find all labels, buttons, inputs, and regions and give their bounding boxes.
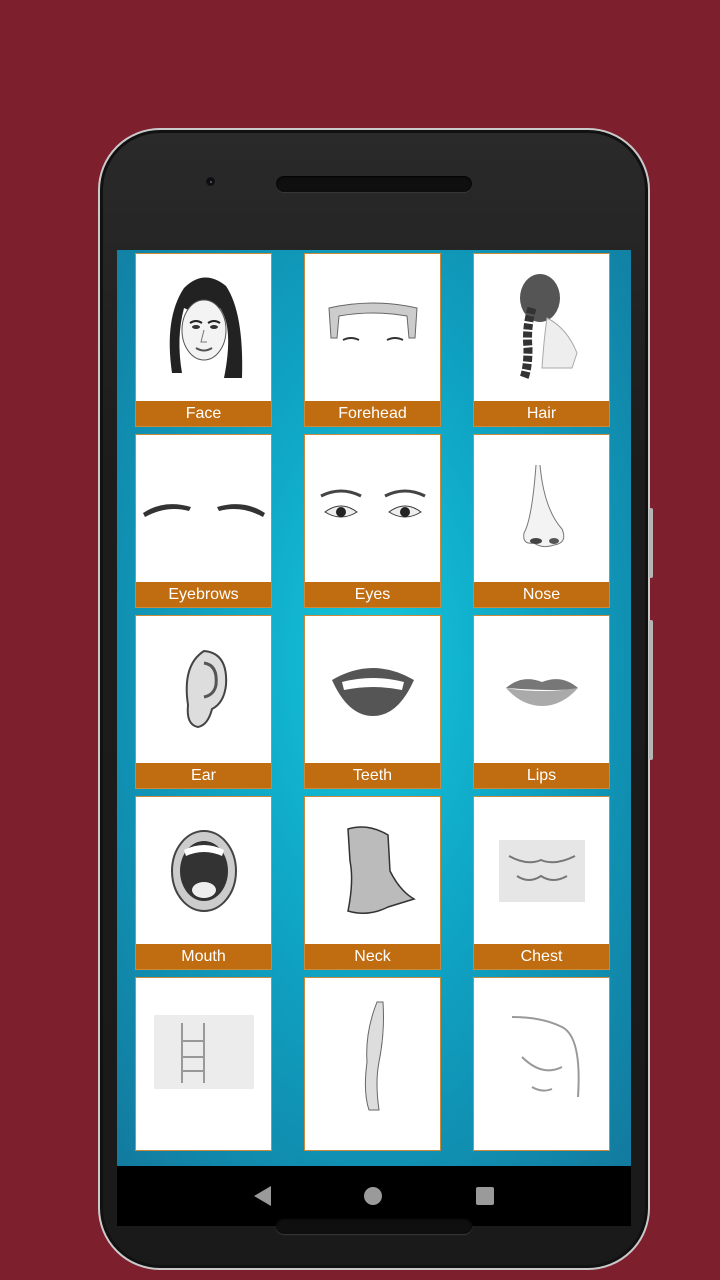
teeth-sketch-icon <box>305 616 440 763</box>
category-label: Lips <box>474 763 609 788</box>
nose-sketch-icon <box>474 435 609 582</box>
category-card-chest[interactable]: Chest <box>473 796 610 970</box>
category-card-forehead[interactable]: Forehead <box>304 253 441 427</box>
category-card-hair[interactable]: Hair <box>473 253 610 427</box>
eyes-sketch-icon <box>305 435 440 582</box>
category-label: Hair <box>474 401 609 426</box>
power-button <box>649 508 653 578</box>
system-nav-bar <box>117 1166 631 1226</box>
category-label: Forehead <box>305 401 440 426</box>
category-label: Neck <box>305 944 440 969</box>
category-card-eyes[interactable]: Eyes <box>304 434 441 608</box>
volume-button <box>649 620 653 760</box>
category-label: Ear <box>136 763 271 788</box>
category-card-arm[interactable] <box>304 977 441 1151</box>
bottom-speaker <box>276 1218 472 1234</box>
back-icon[interactable] <box>253 1186 271 1206</box>
category-card-neck[interactable]: Neck <box>304 796 441 970</box>
hair-braid-sketch-icon <box>474 254 609 401</box>
chest-sketch-icon <box>474 797 609 944</box>
category-grid: Face Forehead Hair Eyebrows Eyes Nose Ea… <box>135 253 611 1151</box>
category-card-teeth[interactable]: Teeth <box>304 615 441 789</box>
face-sketch-icon <box>136 254 271 401</box>
front-camera <box>206 177 215 186</box>
category-label: Eyebrows <box>136 582 271 607</box>
category-card-mouth[interactable]: Mouth <box>135 796 272 970</box>
category-label: Eyes <box>305 582 440 607</box>
home-icon[interactable] <box>364 1187 383 1205</box>
forehead-sketch-icon <box>305 254 440 401</box>
category-card-face[interactable]: Face <box>135 253 272 427</box>
neck-sketch-icon <box>305 797 440 944</box>
recents-icon[interactable] <box>476 1187 495 1205</box>
abs-sketch-icon <box>136 978 271 1125</box>
ear-sketch-icon <box>136 616 271 763</box>
category-card-shoulder[interactable] <box>473 977 610 1151</box>
category-label: Face <box>136 401 271 426</box>
top-speaker <box>276 176 472 192</box>
mouth-sketch-icon <box>136 797 271 944</box>
category-card-lips[interactable]: Lips <box>473 615 610 789</box>
eyebrows-sketch-icon <box>136 435 271 582</box>
category-label: Teeth <box>305 763 440 788</box>
app-screen: Face Forehead Hair Eyebrows Eyes Nose Ea… <box>117 250 631 1166</box>
category-card-nose[interactable]: Nose <box>473 434 610 608</box>
category-card-ear[interactable]: Ear <box>135 615 272 789</box>
lips-sketch-icon <box>474 616 609 763</box>
arm-sketch-icon <box>305 978 440 1125</box>
category-label: Mouth <box>136 944 271 969</box>
category-label: Nose <box>474 582 609 607</box>
category-card-eyebrows[interactable]: Eyebrows <box>135 434 272 608</box>
category-label: Chest <box>474 944 609 969</box>
phone-frame: Face Forehead Hair Eyebrows Eyes Nose Ea… <box>98 128 653 1270</box>
shoulder-sketch-icon <box>474 978 609 1125</box>
category-card-abs[interactable] <box>135 977 272 1151</box>
